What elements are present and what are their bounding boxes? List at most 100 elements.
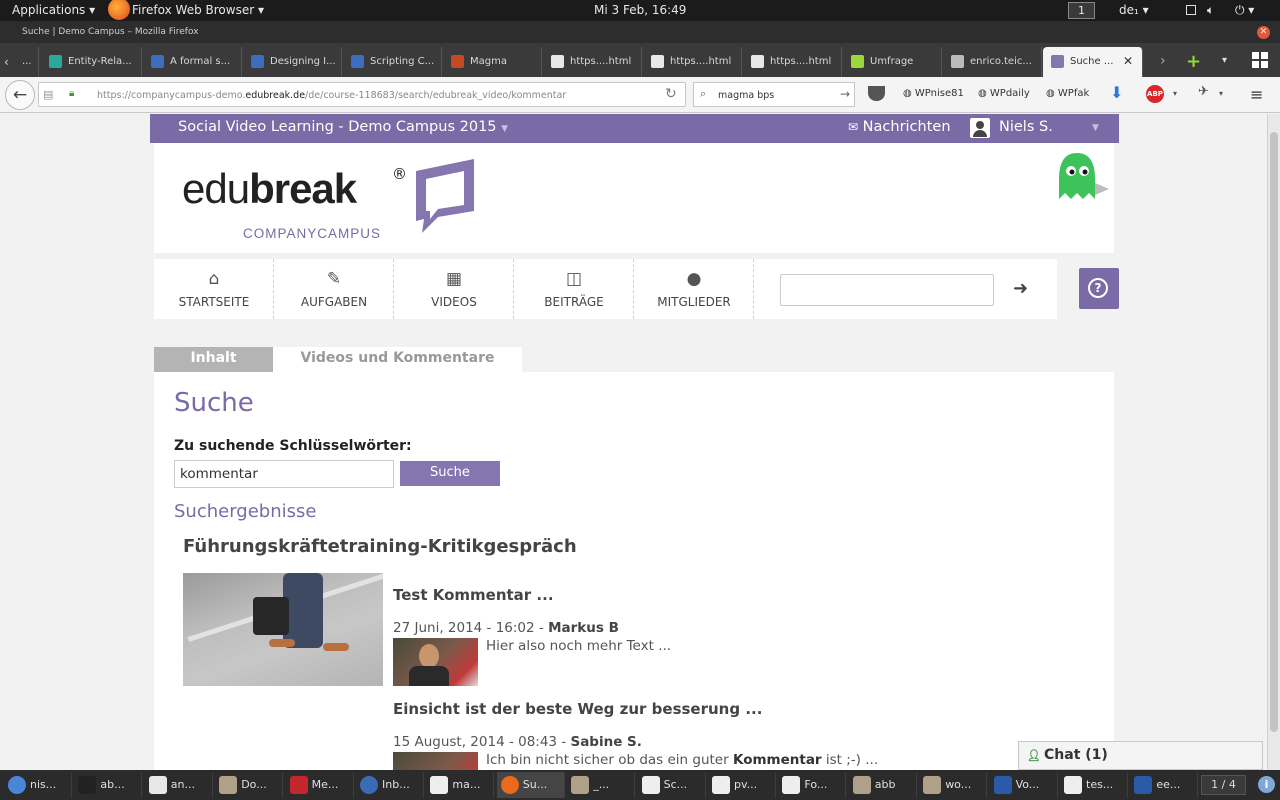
tab-6[interactable]: https....html xyxy=(543,47,642,77)
bookmark-wpfak[interactable]: ◍ WPfak xyxy=(1046,88,1089,99)
taskbar-item[interactable]: Su... xyxy=(496,772,565,798)
taskbar-item[interactable]: ee... xyxy=(1130,772,1199,798)
notification-icon[interactable]: i xyxy=(1258,776,1275,793)
adblock-dropdown-icon[interactable]: ▾ xyxy=(1173,89,1177,98)
tab-1[interactable]: Entity-Rela... xyxy=(41,47,142,77)
taskbar-item[interactable]: pv... xyxy=(708,772,776,798)
user-icon: ● xyxy=(686,269,702,289)
pocket-icon[interactable] xyxy=(868,86,885,101)
taskbar-item[interactable]: tes... xyxy=(1060,772,1128,798)
keyboard-layout-menu[interactable]: de₁ ▾ xyxy=(1119,3,1149,17)
tab-4[interactable]: Scripting C... xyxy=(343,47,442,77)
comment-thumbnail[interactable] xyxy=(393,638,478,686)
taskbar-item[interactable]: Do... xyxy=(215,772,284,798)
clock[interactable]: Mi 3 Feb, 16:49 xyxy=(594,3,686,17)
tab-10[interactable]: enrico.teic... xyxy=(943,47,1042,77)
download-icon[interactable]: ⬇ xyxy=(1110,83,1123,102)
keywords-input[interactable] xyxy=(174,460,394,488)
tab-0[interactable]: ... xyxy=(14,47,39,77)
taskbar-item-label: abb xyxy=(874,778,896,791)
url-bar[interactable]: ▤ 🔒︎ https://companycampus-demo.edubreak… xyxy=(38,82,686,107)
taskbar-item[interactable]: an... xyxy=(145,772,213,798)
user-name[interactable]: Niels S. xyxy=(999,119,1053,135)
taskbar-item[interactable]: Vo... xyxy=(990,772,1058,798)
tab-scroll-right-icon[interactable]: › xyxy=(1160,53,1166,69)
power-icon[interactable]: ⏻ ▾ xyxy=(1235,3,1254,18)
result-snippet: Ich bin nicht sicher ob das ein guter Ko… xyxy=(486,752,879,768)
messages-link[interactable]: ✉ Nachrichten xyxy=(848,119,951,135)
help-button[interactable]: ? xyxy=(1079,268,1119,309)
scrollbar-thumb[interactable] xyxy=(1270,132,1278,732)
active-app-menu[interactable]: Firefox Web Browser ▾ xyxy=(132,3,264,17)
menu-item-mitglieder[interactable]: ● MITGLIEDER xyxy=(634,259,754,319)
tab-2[interactable]: A formal s... xyxy=(143,47,242,77)
tab-groups-icon[interactable] xyxy=(1252,52,1268,68)
bookmark-wpdaily[interactable]: ◍ WPdaily xyxy=(978,88,1030,99)
taskbar-item[interactable]: abb xyxy=(849,772,917,798)
tab-label: Magma xyxy=(470,56,507,67)
taskbar-item[interactable]: ma... xyxy=(426,772,495,798)
tab-videos-und-kommentare[interactable]: Videos und Kommentare xyxy=(273,347,522,372)
taskbar-item[interactable]: ab... xyxy=(74,772,143,798)
workspace-pager[interactable]: 1 / 4 xyxy=(1201,775,1246,795)
document-icon xyxy=(993,776,1012,794)
close-window-icon[interactable]: ✕ xyxy=(1257,26,1270,39)
tab-list-dropdown-icon[interactable]: ▾ xyxy=(1222,55,1227,66)
adblock-icon[interactable]: ABP xyxy=(1146,85,1164,103)
tab-8[interactable]: https....html xyxy=(743,47,842,77)
video-title[interactable]: Führungskräftetraining-Kritikgespräch xyxy=(183,536,577,557)
tab-11[interactable]: Suche ... ✕ xyxy=(1043,47,1143,77)
video-thumbnail[interactable] xyxy=(183,573,383,686)
tab-scroll-left-icon[interactable]: ‹ xyxy=(4,55,9,69)
tab-9[interactable]: Umfrage xyxy=(843,47,942,77)
reload-icon[interactable]: ↻ xyxy=(665,86,677,102)
extension-dropdown-icon[interactable]: ▾ xyxy=(1219,89,1223,98)
taskbar-item[interactable]: Fo... xyxy=(778,772,847,798)
taskbar-item[interactable]: wo... xyxy=(919,772,988,798)
taskbar-item[interactable]: Me... xyxy=(286,772,354,798)
search-go-icon[interactable]: → xyxy=(840,87,850,101)
avatar[interactable] xyxy=(970,118,990,138)
tab-7[interactable]: https....html xyxy=(643,47,742,77)
back-button[interactable]: ← xyxy=(5,80,35,110)
menu-item-beiträge[interactable]: ◫ BEITRÄGE xyxy=(514,259,634,319)
tab-label: enrico.teic... xyxy=(970,56,1032,67)
result-title[interactable]: Einsicht ist der beste Weg zur besserung… xyxy=(393,700,762,718)
tab-inhalt[interactable]: Inhalt xyxy=(154,347,273,372)
workspace-indicator[interactable]: 1 xyxy=(1068,2,1095,19)
hamburger-menu-icon[interactable]: ≡ xyxy=(1250,85,1263,104)
search-bar-value: magma bps xyxy=(718,90,775,101)
search-bar[interactable]: ⌕ magma bps → xyxy=(693,82,855,107)
applications-menu[interactable]: Applications ▾ xyxy=(12,3,95,17)
pencil-icon: ✎ xyxy=(326,269,342,289)
comment-thumbnail[interactable] xyxy=(393,752,478,770)
taskbar-item[interactable]: _... xyxy=(567,772,636,798)
new-tab-icon[interactable]: + xyxy=(1186,51,1201,72)
page-scrollbar[interactable] xyxy=(1267,114,1280,770)
extension-icon[interactable]: ✈︎ xyxy=(1198,84,1209,99)
site-search-go-icon[interactable]: ➜ xyxy=(1013,278,1028,299)
taskbar-item-label: ma... xyxy=(452,778,481,791)
window-icon[interactable] xyxy=(1186,5,1196,15)
result-title[interactable]: Test Kommentar ... xyxy=(393,586,554,604)
menu-item-aufgaben[interactable]: ✎ AUFGABEN xyxy=(274,259,394,319)
taskbar-item[interactable]: Sc... xyxy=(638,772,706,798)
menu-item-videos[interactable]: ▦ VIDEOS xyxy=(394,259,514,319)
menu-item-startseite[interactable]: ⌂ STARTSEITE xyxy=(154,259,274,319)
campus-selector[interactable]: Social Video Learning - Demo Campus 2015… xyxy=(178,119,508,135)
taskbar-item[interactable]: Inb... xyxy=(356,772,424,798)
campus-bar: Social Video Learning - Demo Campus 2015… xyxy=(150,114,1119,143)
tab-5[interactable]: Magma xyxy=(443,47,542,77)
tab-3[interactable]: Designing I... xyxy=(243,47,342,77)
edubreak-logo[interactable]: edubreak ® COMPANYCAMPUS xyxy=(182,165,407,241)
volume-icon[interactable]: 🔈︎ xyxy=(1207,3,1214,18)
taskbar-item[interactable]: nis... xyxy=(4,772,72,798)
chat-widget[interactable]: 👤︎ Chat (1) xyxy=(1018,741,1263,770)
close-tab-icon[interactable]: ✕ xyxy=(1123,54,1133,68)
leaf-icon xyxy=(851,55,864,68)
user-menu-dropdown-icon[interactable]: ▼ xyxy=(1092,123,1099,133)
site-search-input[interactable] xyxy=(780,274,994,306)
bookmark-wpnise81[interactable]: ◍ WPnise81 xyxy=(903,88,964,99)
menu-item-label: MITGLIEDER xyxy=(657,295,731,309)
search-button[interactable]: Suche xyxy=(400,461,500,486)
